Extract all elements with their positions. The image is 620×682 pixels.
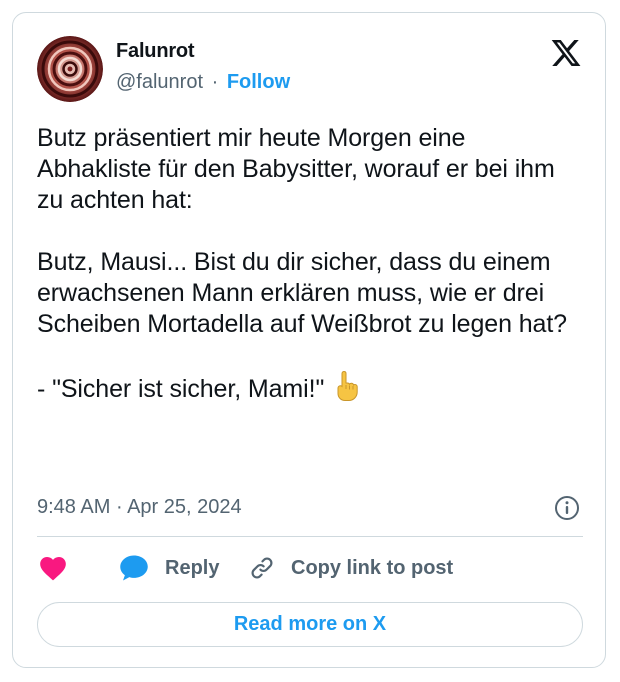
follow-button[interactable]: Follow <box>227 71 290 93</box>
meta-separator: · <box>115 496 123 518</box>
tweet-text: Butz präsentiert mir heute Morgen eine A… <box>37 123 585 405</box>
copy-link-button[interactable]: Copy link to post <box>249 553 453 583</box>
reply-button[interactable]: Reply <box>119 553 219 583</box>
tweet-paragraph-2: Butz, Mausi... Bist du dir sicher, dass … <box>37 248 567 338</box>
copy-link-label: Copy link to post <box>291 556 454 579</box>
handle-separator: · <box>211 71 219 93</box>
read-more-label: Read more on X <box>233 613 387 635</box>
read-more-button[interactable]: Read more on X <box>37 602 583 647</box>
tweet-timestamp[interactable]: 9:48 AM · Apr 25, 2024 <box>37 496 242 519</box>
author-handle[interactable]: @falunrot <box>116 71 203 93</box>
tweet-paragraph-3: - "Sicher ist sicher, Mami!" <box>37 371 585 405</box>
tweet-paragraph-1: Butz präsentiert mir heute Morgen eine A… <box>37 124 555 214</box>
divider <box>37 536 583 537</box>
reply-label: Reply <box>165 556 220 579</box>
heart-icon <box>40 557 66 581</box>
like-button[interactable] <box>39 553 67 583</box>
tweet-quote-text: - "Sicher ist sicher, Mami!" <box>37 375 325 403</box>
pointing-up-emoji-icon <box>337 371 358 401</box>
x-logo-icon[interactable] <box>550 37 582 69</box>
speech-bubble-icon <box>120 555 148 581</box>
author-handle-row: @falunrot · Follow <box>116 71 290 94</box>
spiral-avatar-icon <box>37 36 103 102</box>
author-display-name[interactable]: Falunrot <box>116 40 195 63</box>
author-avatar[interactable] <box>37 36 103 102</box>
info-icon[interactable] <box>554 495 580 521</box>
link-icon <box>251 557 273 579</box>
tweet-date: Apr 25, 2024 <box>127 496 242 518</box>
tweet-time: 9:48 AM <box>37 496 111 518</box>
tweet-card: Falunrot @falunrot · Follow Butz präsent… <box>12 12 606 668</box>
